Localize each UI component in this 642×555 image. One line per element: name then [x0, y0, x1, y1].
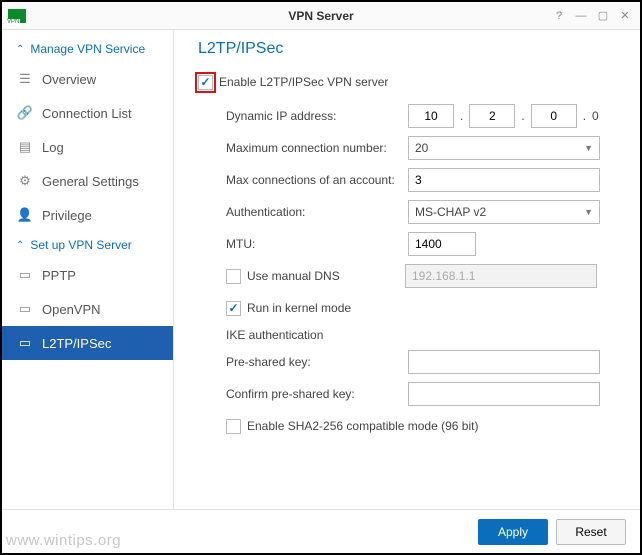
sidebar-item-label: L2TP/IPSec	[42, 336, 111, 351]
ip-dot: .	[515, 109, 530, 123]
log-icon: ▤	[16, 139, 34, 155]
max-acct-input[interactable]	[408, 168, 600, 192]
psk-confirm-input[interactable]	[408, 382, 600, 406]
sidebar-item-label: Connection List	[42, 106, 132, 121]
ip-octet-2[interactable]	[469, 104, 515, 128]
sidebar-item-label: General Settings	[42, 174, 139, 189]
sidebar-item-privilege[interactable]: 👤 Privilege	[2, 198, 173, 232]
mtu-label: MTU:	[226, 237, 408, 251]
page-title: L2TP/IPSec	[198, 40, 616, 58]
sidebar-item-label: Privilege	[42, 208, 92, 223]
dynamic-ip-label: Dynamic IP address:	[226, 109, 408, 123]
sidebar-item-label: PPTP	[42, 268, 76, 283]
manual-dns-label: Use manual DNS	[247, 269, 405, 283]
connection-icon: 🔗	[16, 105, 34, 121]
app-icon	[8, 9, 26, 23]
ip-octet-3[interactable]	[531, 104, 577, 128]
auth-label: Authentication:	[226, 205, 408, 219]
minimize-icon[interactable]: —	[572, 8, 590, 24]
apply-button[interactable]: Apply	[478, 519, 548, 545]
sha2-label: Enable SHA2-256 compatible mode (96 bit)	[247, 419, 478, 433]
sidebar-item-label: Overview	[42, 72, 96, 87]
auth-value: MS-CHAP v2	[415, 205, 486, 219]
sidebar: ⌃ Manage VPN Service ☰ Overview 🔗 Connec…	[2, 30, 174, 509]
ip-octet-4: 0	[592, 109, 599, 123]
main-panel: L2TP/IPSec Enable L2TP/IPSec VPN server …	[174, 30, 640, 509]
psk-confirm-label: Confirm pre-shared key:	[226, 387, 408, 401]
kernel-mode-label: Run in kernel mode	[247, 301, 351, 315]
ike-auth-label: IKE authentication	[198, 328, 616, 342]
max-conn-label: Maximum connection number:	[226, 141, 408, 155]
gear-icon: ⚙	[16, 173, 34, 189]
manual-dns-checkbox[interactable]	[226, 269, 241, 284]
auth-select[interactable]: MS-CHAP v2 ▼	[408, 200, 600, 224]
sidebar-item-log[interactable]: ▤ Log	[2, 130, 173, 164]
sha2-checkbox[interactable]	[226, 419, 241, 434]
overview-icon: ☰	[16, 71, 34, 87]
sidebar-item-connection-list[interactable]: 🔗 Connection List	[2, 96, 173, 130]
l2tp-icon: ▭	[16, 335, 34, 351]
section-label: Set up VPN Server	[30, 238, 131, 252]
ip-dot: .	[577, 109, 592, 123]
sidebar-item-label: Log	[42, 140, 64, 155]
manual-dns-input	[405, 264, 597, 288]
chevron-down-icon: ▼	[584, 143, 593, 153]
sidebar-item-openvpn[interactable]: ▭ OpenVPN	[2, 292, 173, 326]
reset-button[interactable]: Reset	[556, 519, 626, 545]
section-setup[interactable]: ⌃ Set up VPN Server	[2, 232, 173, 258]
pptp-icon: ▭	[16, 267, 34, 283]
window-title: VPN Server	[288, 9, 353, 23]
mtu-input[interactable]	[408, 232, 476, 256]
close-icon[interactable]: ✕	[616, 8, 634, 24]
sidebar-item-l2tp-ipsec[interactable]: ▭ L2TP/IPSec	[2, 326, 173, 360]
openvpn-icon: ▭	[16, 301, 34, 317]
footer: Apply Reset	[2, 509, 640, 553]
enable-label: Enable L2TP/IPSec VPN server	[219, 75, 388, 89]
kernel-mode-checkbox[interactable]	[226, 301, 241, 316]
chevron-up-icon: ⌃	[16, 44, 24, 55]
psk-input[interactable]	[408, 350, 600, 374]
max-conn-value: 20	[415, 141, 428, 155]
psk-label: Pre-shared key:	[226, 355, 408, 369]
chevron-down-icon: ▼	[584, 207, 593, 217]
max-conn-select[interactable]: 20 ▼	[408, 136, 600, 160]
sidebar-item-general-settings[interactable]: ⚙ General Settings	[2, 164, 173, 198]
ip-dot: .	[454, 109, 469, 123]
user-icon: 👤	[16, 207, 34, 223]
section-label: Manage VPN Service	[30, 42, 145, 56]
max-acct-label: Max connections of an account:	[226, 173, 408, 187]
section-manage[interactable]: ⌃ Manage VPN Service	[2, 36, 173, 62]
maximize-icon[interactable]: ▢	[594, 8, 612, 24]
sidebar-item-label: OpenVPN	[42, 302, 101, 317]
help-icon[interactable]: ?	[550, 8, 568, 24]
chevron-up-icon: ⌃	[16, 240, 24, 251]
sidebar-item-pptp[interactable]: ▭ PPTP	[2, 258, 173, 292]
titlebar: VPN Server ? — ▢ ✕	[2, 2, 640, 30]
sidebar-item-overview[interactable]: ☰ Overview	[2, 62, 173, 96]
enable-checkbox[interactable]	[198, 75, 213, 90]
ip-octet-1[interactable]	[408, 104, 454, 128]
